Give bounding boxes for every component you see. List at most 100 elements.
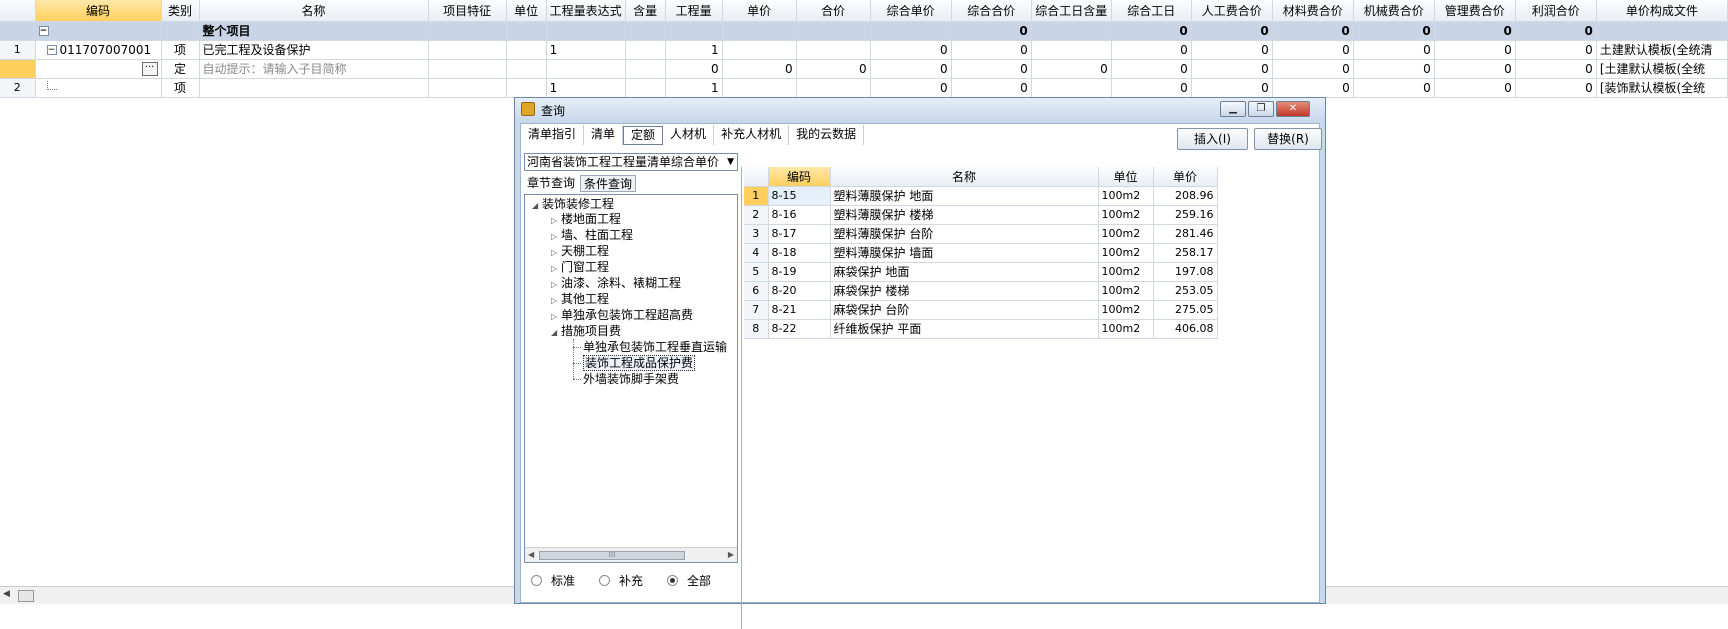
summary-row[interactable]: − 整个项目 0 0 0 0 0 0 0 — [0, 21, 1728, 41]
row-number[interactable]: 5 — [744, 262, 769, 282]
radio-supplement[interactable]: 补充 — [599, 572, 643, 589]
tab-chapter-search[interactable]: 章节查询 — [524, 175, 578, 192]
tab-bill-guide[interactable]: 清单指引 — [521, 125, 585, 145]
minimize-icon[interactable]: ▁ — [1220, 101, 1246, 117]
row-number[interactable]: 3 — [744, 224, 769, 244]
price-cell[interactable]: 253.05 — [1153, 281, 1218, 301]
dropdown-arrow-icon[interactable]: ▼ — [727, 154, 734, 170]
qty-cell[interactable]: 1 — [665, 78, 723, 98]
row-number[interactable]: 8 — [744, 319, 769, 339]
profit-cell[interactable]: 0 — [1515, 78, 1597, 98]
tree-node[interactable]: ▷ 天棚工程 — [551, 244, 609, 260]
profit-cell[interactable]: 0 — [1515, 59, 1597, 79]
content-cell[interactable] — [625, 78, 666, 98]
price-cell[interactable] — [722, 78, 797, 98]
price-cell[interactable] — [722, 21, 797, 41]
radio-icon[interactable] — [599, 575, 611, 586]
collapsed-arrow-icon[interactable]: ▷ — [551, 213, 561, 228]
name-cell[interactable] — [199, 78, 429, 98]
mgmt-cost-cell[interactable]: 0 — [1434, 59, 1516, 79]
row-number[interactable]: 6 — [744, 281, 769, 301]
material-cost-cell[interactable]: 0 — [1272, 59, 1354, 79]
tab-cloud-data[interactable]: 我的云数据 — [789, 125, 865, 145]
col-header-price[interactable]: 单价 — [722, 0, 797, 22]
scroll-left-icon[interactable]: ◀ — [3, 589, 10, 599]
result-row[interactable]: 3 8-17 塑料薄膜保护 台阶 100m2 281.46 — [744, 224, 1218, 244]
labor-content-cell[interactable]: 0 — [1031, 59, 1112, 79]
price-cell[interactable]: 259.16 — [1153, 205, 1218, 225]
mgmt-cost-cell[interactable]: 0 — [1434, 40, 1516, 60]
radio-icon[interactable] — [531, 575, 542, 586]
code-cell[interactable]: 8-15 — [768, 186, 831, 206]
price-file-cell[interactable]: 土建默认模板(全统清 — [1596, 40, 1728, 60]
qty-cell[interactable] — [665, 21, 723, 41]
col-header-labor-days[interactable]: 综合工日 — [1111, 0, 1192, 22]
collapsed-arrow-icon[interactable]: ▷ — [551, 229, 561, 244]
price-cell[interactable]: 208.96 — [1153, 186, 1218, 206]
unit-cell[interactable]: 100m2 — [1098, 205, 1154, 225]
collapse-toggle-icon[interactable]: − — [38, 26, 49, 36]
collapse-toggle-icon[interactable]: − — [46, 45, 57, 55]
price-cell[interactable] — [722, 40, 797, 60]
result-row[interactable]: 5 8-19 麻袋保护 地面 100m2 197.08 — [744, 262, 1218, 282]
type-cell[interactable]: 定 — [161, 59, 200, 79]
expanded-arrow-icon[interactable]: ◢ — [551, 325, 561, 340]
feature-cell[interactable] — [428, 21, 507, 41]
quota-row[interactable]: ··· 定 自动提示：请输入子目简称 0 0 0 0 0 0 0 0 0 0 0… — [0, 59, 1728, 79]
profit-cell[interactable]: 0 — [1515, 40, 1597, 60]
col-header-name[interactable]: 名称 — [199, 0, 429, 22]
comp-total-cell[interactable]: 0 — [951, 40, 1032, 60]
scroll-thumb[interactable] — [18, 590, 34, 602]
row-number[interactable]: 1 — [0, 40, 36, 60]
result-row[interactable]: 7 8-21 麻袋保护 台阶 100m2 275.05 — [744, 300, 1218, 320]
unit-cell[interactable]: 100m2 — [1098, 262, 1154, 282]
code-cell[interactable] — [35, 78, 162, 98]
type-cell[interactable]: 项 — [161, 40, 200, 60]
quota-library-select[interactable]: 河南省装饰工程工程量清单综合单价 ▼ — [524, 153, 738, 171]
labor-cost-cell[interactable]: 0 — [1191, 78, 1273, 98]
row-number[interactable]: 1 — [744, 186, 769, 206]
result-row[interactable]: 8 8-22 纤维板保护 平面 100m2 406.08 — [744, 319, 1218, 339]
code-cell[interactable]: ··· — [35, 59, 162, 79]
name-cell[interactable]: 塑料薄膜保护 楼梯 — [830, 205, 1099, 225]
row-number[interactable]: 2 — [0, 78, 36, 98]
pane-divider[interactable] — [741, 167, 742, 629]
expr-cell[interactable] — [546, 59, 626, 79]
name-cell[interactable]: 麻袋保护 地面 — [830, 262, 1099, 282]
labor-days-cell[interactable]: 0 — [1111, 78, 1192, 98]
code-cell[interactable]: − — [35, 21, 162, 41]
tab-resources[interactable]: 人材机 — [663, 125, 715, 145]
tab-extra-resources[interactable]: 补充人材机 — [714, 125, 790, 145]
unit-cell[interactable] — [506, 78, 547, 98]
material-cost-cell[interactable]: 0 — [1272, 21, 1354, 41]
bill-row[interactable]: 2 项 1 1 0 0 0 0 0 0 0 0 [装饰默认模板(全统 — [0, 78, 1728, 98]
total-cell[interactable] — [796, 40, 871, 60]
code-cell[interactable]: 8-21 — [768, 300, 831, 320]
comp-price-cell[interactable] — [870, 21, 952, 41]
row-number[interactable]: 4 — [744, 243, 769, 263]
feature-cell[interactable] — [428, 40, 507, 60]
name-cell[interactable]: 自动提示：请输入子目简称 — [199, 59, 429, 79]
name-cell[interactable]: 塑料薄膜保护 墙面 — [830, 243, 1099, 263]
replace-button[interactable]: 替换(R) — [1254, 128, 1322, 150]
price-cell[interactable]: 258.17 — [1153, 243, 1218, 263]
collapsed-arrow-icon[interactable]: ▷ — [551, 293, 561, 308]
code-cell[interactable]: 8-20 — [768, 281, 831, 301]
comp-price-cell[interactable]: 0 — [870, 40, 952, 60]
unit-cell[interactable] — [506, 21, 547, 41]
tree-node[interactable]: ▷ 门窗工程 — [551, 260, 609, 276]
col-header-comp-total[interactable]: 综合合价 — [951, 0, 1032, 22]
tree-horizontal-scrollbar[interactable]: ◀ ⁞⁞⁞ ▶ — [525, 547, 737, 562]
col-header-labor-content[interactable]: 综合工日含量 — [1031, 0, 1112, 22]
comp-price-cell[interactable]: 0 — [870, 78, 952, 98]
col-header-material-cost[interactable]: 材料费合价 — [1272, 0, 1354, 22]
col-header-type[interactable]: 类别 — [161, 0, 200, 22]
tree-leaf-selected[interactable]: 装饰工程成品保护费 — [583, 355, 696, 372]
code-cell[interactable]: 8-17 — [768, 224, 831, 244]
scroll-thumb[interactable]: ⁞⁞⁞ — [539, 551, 685, 560]
price-cell[interactable]: 281.46 — [1153, 224, 1218, 244]
col-header-comp-price[interactable]: 综合单价 — [870, 0, 952, 22]
code-cell[interactable]: 8-22 — [768, 319, 831, 339]
maximize-icon[interactable]: ❐ — [1248, 101, 1274, 117]
tree-node-measures[interactable]: ◢ 措施项目费 — [551, 324, 621, 340]
